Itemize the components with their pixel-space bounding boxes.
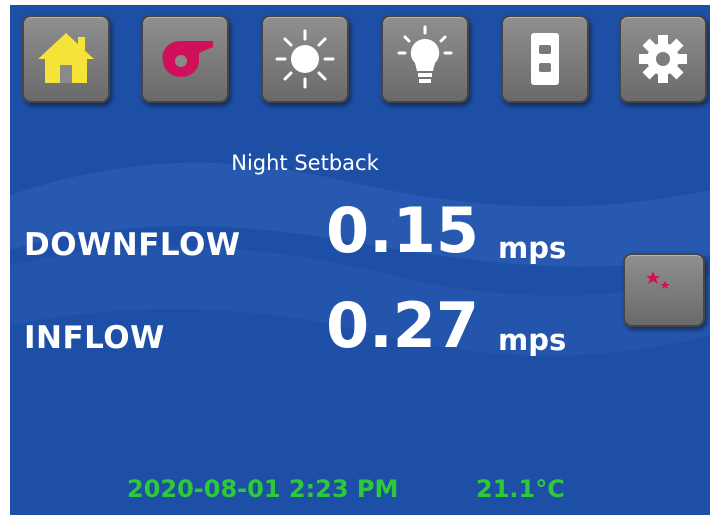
power-outlet-icon [531, 33, 559, 85]
gear-icon [639, 35, 687, 83]
sun-icon [275, 29, 335, 89]
night-setback-button[interactable] [623, 253, 705, 327]
light-button[interactable] [381, 15, 469, 103]
outlet-button[interactable] [501, 15, 589, 103]
moon-stars-icon [645, 269, 686, 312]
mode-label: Night Setback [231, 151, 379, 175]
downflow-value: 0.15 [326, 194, 479, 267]
downflow-label: DOWNFLOW [24, 227, 241, 263]
home-icon [38, 33, 94, 83]
status-datetime: 2020-08-01 2:23 PM [127, 475, 399, 503]
status-temperature: 21.1°C [476, 475, 565, 503]
fan-button[interactable] [141, 15, 229, 103]
inflow-unit: mps [498, 323, 567, 357]
inflow-label: INFLOW [24, 320, 165, 356]
home-button[interactable] [22, 15, 110, 103]
inflow-value: 0.27 [326, 289, 479, 362]
fan-blower-icon [162, 40, 213, 77]
settings-button[interactable] [619, 15, 707, 103]
sun-button[interactable] [261, 15, 349, 103]
light-bulb-icon [397, 25, 453, 83]
control-panel-screen: Night Setback DOWNFLOW 0.15 mps INFLOW 0… [10, 5, 710, 515]
downflow-unit: mps [498, 231, 567, 265]
